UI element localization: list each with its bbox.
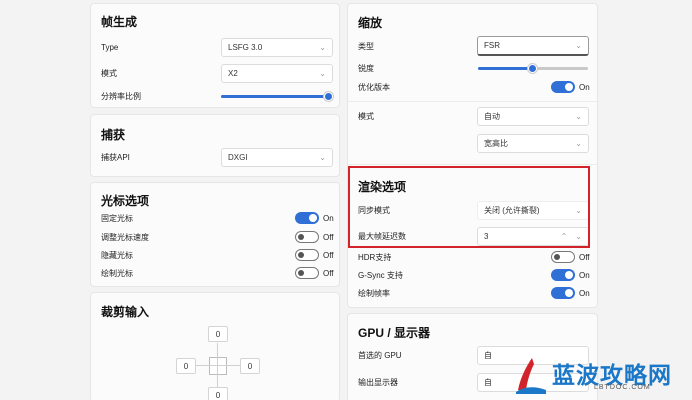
render-options-highlight [348, 166, 590, 248]
sharpness-slider-thumb[interactable] [528, 64, 537, 73]
aspect-select[interactable]: 宽高比 ⌄ [477, 134, 589, 153]
crop-title: 裁剪输入 [101, 305, 150, 319]
chevron-down-icon: ⌄ [319, 69, 326, 78]
crop-panel: 裁剪输入 0 0 0 0 [90, 292, 340, 400]
toggle-state-label: On [579, 271, 590, 280]
crop-center-box [209, 357, 227, 375]
chevron-down-icon: ⌄ [575, 41, 582, 50]
toggle-state-label: On [579, 83, 590, 92]
frame-gen-title: 帧生成 [101, 15, 138, 29]
scaling-type-select[interactable]: FSR ⌄ [477, 36, 589, 56]
scaling-panel: 缩放 类型 FSR ⌄ 锐度 优化版本 On 模式 自动 ⌄ 宽高比 ⌄ 渲染选… [347, 3, 598, 308]
capture-api-value: DXGI [228, 153, 248, 162]
scaling-type-value: FSR [484, 41, 500, 50]
crop-guide-horizontal [195, 365, 241, 366]
toggle-state-label: On [579, 289, 590, 298]
capture-panel: 捕获 捕获API DXGI ⌄ [90, 114, 340, 177]
watermark: 蓝波攻略网 LBTDOC.COM [508, 352, 692, 400]
frame-gen-mode-value: X2 [228, 69, 238, 78]
scaling-mode-value: 自动 [484, 112, 500, 121]
divider [348, 164, 597, 165]
sharpness-slider[interactable] [478, 64, 588, 73]
toggle-state-label: Off [323, 269, 334, 278]
chevron-down-icon: ⌄ [319, 43, 326, 52]
watermark-logo-icon [516, 358, 546, 394]
cursor-panel: 光标选项 固定光标 On 调整光标速度 Off 隐藏光标 Off 绘制光标 Of… [90, 182, 340, 287]
hdr-toggle[interactable] [551, 251, 575, 263]
capture-api-select[interactable]: DXGI ⌄ [221, 148, 333, 167]
frame-gen-type-select[interactable]: LSFG 3.0 ⌄ [221, 38, 333, 57]
resolution-slider[interactable] [221, 92, 333, 101]
scaling-mode-select[interactable]: 自动 ⌄ [477, 107, 589, 126]
resolution-slider-fill [221, 95, 329, 98]
crop-right-input[interactable]: 0 [240, 358, 260, 374]
framerate-toggle[interactable] [551, 287, 575, 299]
fix-cursor-toggle[interactable] [295, 212, 319, 224]
capture-title: 捕获 [101, 128, 126, 142]
toggle-state-label: Off [579, 253, 590, 262]
crop-guide-vertical [217, 343, 218, 391]
toggle-state-label: Off [323, 233, 334, 242]
draw-cursor-toggle[interactable] [295, 267, 319, 279]
chevron-down-icon: ⌄ [575, 112, 582, 121]
divider [348, 101, 597, 102]
frame-gen-mode-select[interactable]: X2 ⌄ [221, 64, 333, 83]
watermark-url: LBTDOC.COM [594, 384, 651, 391]
scaling-title: 缩放 [358, 16, 383, 30]
crop-bottom-input[interactable]: 0 [208, 387, 228, 400]
chevron-down-icon: ⌄ [319, 153, 326, 162]
toggle-state-label: On [323, 214, 334, 223]
sharpness-slider-fill [478, 67, 533, 70]
crop-left-input[interactable]: 0 [176, 358, 196, 374]
gpu-title: GPU / 显示器 [358, 326, 431, 340]
chevron-down-icon: ⌄ [575, 139, 582, 148]
toggle-state-label: Off [323, 251, 334, 260]
crop-top-input[interactable]: 0 [208, 326, 228, 342]
cursor-title: 光标选项 [101, 194, 150, 208]
frame-gen-type-value: LSFG 3.0 [228, 43, 263, 52]
hide-cursor-toggle[interactable] [295, 249, 319, 261]
resolution-slider-thumb[interactable] [324, 92, 333, 101]
adjust-cursor-speed-toggle[interactable] [295, 231, 319, 243]
frame-gen-panel: 帧生成 Type LSFG 3.0 ⌄ 模式 X2 ⌄ 分辨率比例 [90, 3, 340, 108]
optimize-toggle[interactable] [551, 81, 575, 93]
aspect-value: 宽高比 [484, 139, 508, 148]
gsync-toggle[interactable] [551, 269, 575, 281]
